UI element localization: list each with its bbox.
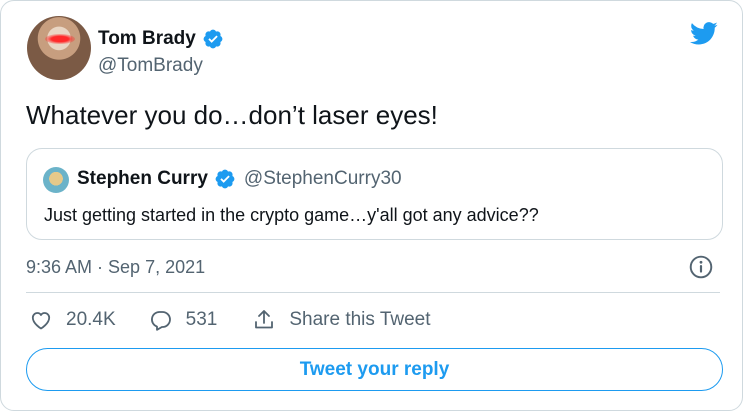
author-handle[interactable]: @TomBrady (98, 55, 203, 77)
quoted-author-handle: @StephenCurry30 (243, 168, 402, 189)
share-button[interactable]: Share this Tweet (252, 308, 431, 332)
share-label: Share this Tweet (289, 309, 431, 330)
like-button[interactable]: 20.4K (29, 308, 116, 332)
tweet-text: Whatever you do…don’t laser eyes! (26, 100, 438, 130)
quoted-author-row: Stephen Curry @StephenCurry30 (77, 168, 402, 190)
share-icon (255, 310, 274, 329)
author-name-row: Tom Brady (98, 28, 224, 50)
info-icon[interactable] (688, 254, 714, 280)
reply-bubble-icon (150, 311, 171, 331)
author-avatar[interactable] (27, 16, 91, 80)
tweet-timestamp[interactable]: 9:36 AM · Sep 7, 2021 (26, 257, 205, 278)
quoted-author-display-name: Stephen Curry (77, 168, 208, 189)
reply-button[interactable]: 531 (149, 308, 218, 332)
quoted-tweet-text: Just getting started in the crypto game…… (44, 205, 539, 225)
action-bar: 20.4K 531 Share this Tweet (29, 308, 431, 332)
tweet-card: Tom Brady @TomBrady Whatever you do…don’… (0, 0, 743, 411)
twitter-bird-icon[interactable] (688, 19, 720, 47)
tweet-your-reply-button[interactable]: Tweet your reply (26, 348, 723, 391)
heart-icon (31, 312, 51, 330)
quoted-author-avatar[interactable] (43, 167, 69, 193)
verified-badge-icon (203, 29, 223, 49)
laser-eyes-effect (45, 34, 75, 44)
quoted-tweet[interactable]: Stephen Curry @StephenCurry30 Just getti… (26, 148, 723, 240)
author-display-name[interactable]: Tom Brady (98, 28, 196, 50)
like-count: 20.4K (66, 309, 116, 330)
reply-count: 531 (185, 309, 218, 330)
divider (26, 292, 720, 293)
verified-badge-icon (215, 169, 235, 189)
